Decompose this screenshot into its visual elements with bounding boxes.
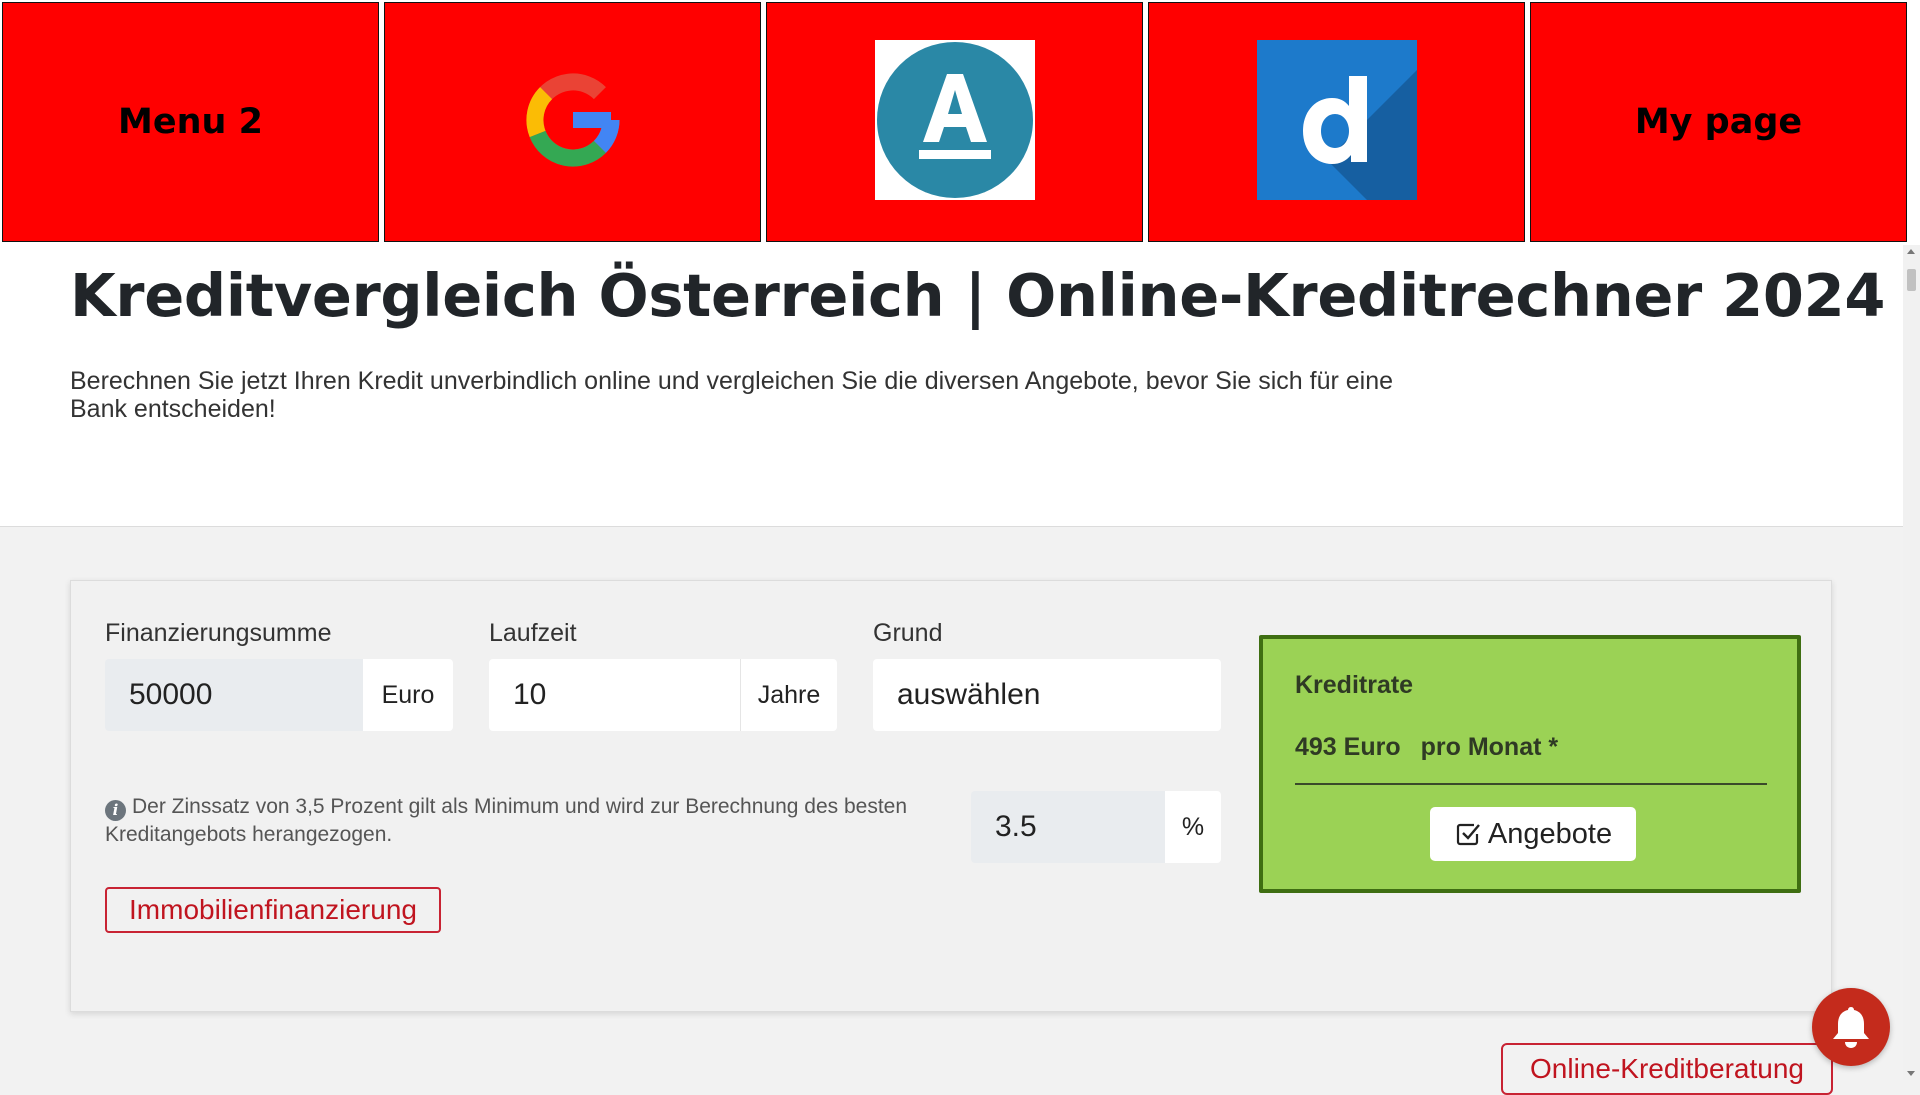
page-title: Kreditvergleich Österreich | Online-Kred… — [70, 261, 1886, 330]
result-title: Kreditrate — [1295, 671, 1414, 699]
interest-unit: % — [1165, 791, 1221, 863]
page-header: Kreditvergleich Österreich | Online-Kred… — [0, 245, 1903, 527]
amount-label: Finanzierungsumme — [105, 619, 332, 647]
duration-unit: Jahre — [741, 659, 837, 731]
top-menu: Menu 2 My page — [0, 0, 1920, 245]
reason-select-value: auswählen — [897, 678, 1041, 711]
duration-label: Laufzeit — [489, 619, 577, 647]
reason-select[interactable]: auswählen — [873, 659, 1221, 731]
real-estate-financing-button[interactable]: Immobilienfinanzierung — [105, 887, 441, 933]
reason-label: Grund — [873, 619, 943, 647]
info-icon: i — [105, 800, 126, 821]
result-divider — [1295, 783, 1767, 785]
offers-button[interactable]: Angebote — [1430, 807, 1636, 861]
result-box: Kreditrate 493 Euro pro Monat * Angebote — [1259, 635, 1801, 893]
monthly-rate: 493 Euro pro Monat * — [1295, 733, 1558, 762]
scroll-down-arrow-icon[interactable] — [1907, 1071, 1915, 1076]
page-subtitle: Berechnen Sie jetzt Ihren Kredit unverbi… — [70, 367, 1394, 423]
credit-calculator-card: Finanzierungsumme Euro Laufzeit Jahre Gr… — [70, 580, 1832, 1012]
amazon-a-icon — [874, 39, 1035, 205]
rate-period: pro Monat * — [1420, 733, 1559, 761]
rate-amount: 493 Euro — [1295, 733, 1401, 761]
menu-item-d-app[interactable] — [1148, 2, 1525, 242]
menu-item-amazon[interactable] — [766, 2, 1143, 242]
menu-item-menu-2[interactable]: Menu 2 — [2, 2, 379, 242]
menu-item-label: My page — [1634, 102, 1803, 142]
menu-item-label: Menu 2 — [118, 102, 263, 142]
amount-input-group: Euro — [105, 659, 453, 731]
duration-input[interactable] — [489, 659, 741, 731]
menu-item-my-page[interactable]: My page — [1530, 2, 1907, 242]
interest-input[interactable] — [971, 791, 1165, 863]
scroll-thumb[interactable] — [1907, 269, 1916, 291]
menu-item-google[interactable] — [384, 2, 761, 242]
d-app-icon — [1256, 39, 1417, 205]
checkbox-check-icon — [1456, 823, 1480, 846]
interest-info-text: Der Zinssatz von 3,5 Prozent gilt als Mi… — [105, 795, 908, 846]
interest-info: i Der Zinssatz von 3,5 Prozent gilt als M… — [105, 793, 945, 849]
offers-button-label: Angebote — [1487, 817, 1613, 850]
notification-button[interactable] — [1812, 988, 1890, 1066]
amount-unit: Euro — [363, 659, 453, 731]
bell-icon — [1833, 1007, 1869, 1048]
amount-input[interactable] — [105, 659, 363, 731]
vertical-scrollbar[interactable] — [1903, 245, 1920, 1080]
google-icon — [523, 70, 623, 175]
interest-input-group: % — [971, 791, 1221, 863]
scroll-up-arrow-icon[interactable] — [1907, 249, 1915, 254]
duration-input-group: Jahre — [489, 659, 837, 731]
online-credit-consulting-button[interactable]: Online-Kreditberatung — [1501, 1043, 1833, 1095]
